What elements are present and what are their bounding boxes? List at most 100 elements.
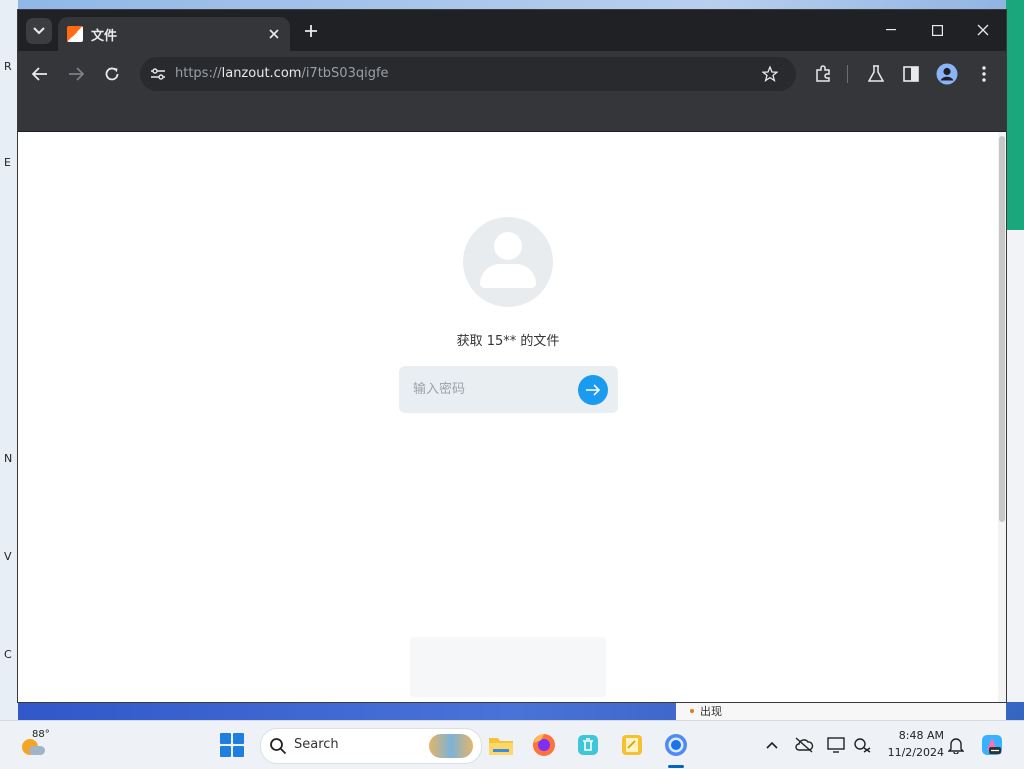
background-widget: 出现 <box>676 702 1006 720</box>
show-hidden-icons-button[interactable] <box>760 733 784 757</box>
star-icon <box>762 66 778 82</box>
toolbar-extension-area <box>18 97 1006 132</box>
password-submit-button[interactable] <box>578 375 608 405</box>
forward-button[interactable] <box>64 62 88 86</box>
desktop-icon-label[interactable]: N <box>4 452 12 465</box>
minimize-button[interactable] <box>876 16 906 44</box>
side-panel-button[interactable] <box>899 62 923 86</box>
close-icon <box>269 29 279 39</box>
site-info-button[interactable] <box>148 64 168 84</box>
browser-menu-button[interactable] <box>972 62 996 86</box>
scrollbar-thumb[interactable] <box>999 136 1005 522</box>
clock-date[interactable]: 11/2/2024 <box>876 746 944 759</box>
url-host: lanzout.com <box>221 66 302 81</box>
url-path: /i7tbS03qigfe <box>301 66 389 81</box>
minimize-icon <box>886 29 896 31</box>
side-panel-icon <box>903 66 919 82</box>
reload-button[interactable] <box>100 62 124 86</box>
avatar-head <box>494 232 522 260</box>
notes-app-icon <box>622 735 642 755</box>
taskbar-app-file-explorer[interactable] <box>486 730 516 760</box>
flask-icon <box>868 65 884 82</box>
display-tray-button[interactable] <box>824 733 848 757</box>
desktop-icon-label[interactable]: R <box>4 60 12 73</box>
password-box <box>399 366 618 413</box>
puzzle-icon <box>816 65 830 82</box>
notifications-button[interactable] <box>944 733 968 757</box>
desktop-left-edge: R E N V C <box>0 0 18 720</box>
toolbar-divider <box>847 65 848 83</box>
folder-icon <box>489 738 513 755</box>
taskbar: 88° Search 8:48 AM 11/2/2024 <box>0 720 1024 769</box>
search-icon <box>270 738 287 755</box>
search-highlight-image <box>429 734 473 758</box>
url-text: https://lanzout.com/i7tbS03qigfe <box>175 66 389 81</box>
taskbar-app-firefox[interactable] <box>529 730 559 760</box>
extensions-button[interactable] <box>811 62 835 86</box>
tune-icon <box>151 68 165 80</box>
window-close-button[interactable] <box>968 16 998 44</box>
tab-search-button[interactable] <box>26 18 52 44</box>
chrome-icon <box>665 734 687 756</box>
arrow-left-icon <box>32 67 47 81</box>
url-scheme: https:// <box>175 66 222 81</box>
browser-window: 文件 https://lanzout.com/i7tbS03qigfe 获取 1… <box>18 10 1006 702</box>
bell-icon <box>948 738 964 754</box>
avatar-body <box>480 264 536 288</box>
arrow-right-icon <box>69 67 84 81</box>
labs-button[interactable] <box>864 62 888 86</box>
bookmark-star-button[interactable] <box>760 64 780 84</box>
chevron-up-icon <box>766 741 778 749</box>
taskbar-app-chrome[interactable] <box>661 730 691 760</box>
plus-icon <box>305 25 317 37</box>
trash-app-icon <box>578 735 598 755</box>
back-button[interactable] <box>28 62 52 86</box>
profile-avatar-icon <box>936 63 958 85</box>
copilot-button[interactable] <box>980 733 1004 757</box>
new-tab-button[interactable] <box>300 20 322 42</box>
faded-placeholder-card <box>410 637 606 697</box>
title-bar: 文件 <box>18 10 1006 51</box>
windows-logo-pane <box>233 733 244 744</box>
clock-time[interactable]: 8:48 AM <box>880 729 944 742</box>
windows-logo-pane <box>233 746 244 757</box>
search-label: Search <box>294 737 339 752</box>
taskbar-app-notes[interactable] <box>617 730 647 760</box>
maximize-button[interactable] <box>922 16 952 44</box>
file-owner-text: 获取 15** 的文件 <box>456 334 560 349</box>
arrow-right-icon <box>586 384 601 396</box>
tab-active[interactable]: 文件 <box>58 17 290 51</box>
onedrive-tray-button[interactable] <box>792 733 816 757</box>
profile-button[interactable] <box>935 62 959 86</box>
cloud-icon <box>29 746 45 755</box>
network-tray-button[interactable] <box>850 733 874 757</box>
taskbar-app-recycle[interactable] <box>573 730 603 760</box>
monitor-icon <box>827 737 845 753</box>
desktop-icon-label[interactable]: C <box>4 648 12 661</box>
copilot-icon <box>982 735 1002 755</box>
start-button[interactable] <box>220 733 244 757</box>
desktop-icon-label[interactable]: V <box>4 550 12 563</box>
reload-icon <box>105 67 119 81</box>
site-favicon-icon <box>67 26 83 42</box>
browser-toolbar: https://lanzout.com/i7tbS03qigfe <box>18 51 1006 97</box>
widget-text: 出现 <box>700 705 722 718</box>
user-avatar <box>463 217 553 307</box>
firefox-icon <box>533 733 555 756</box>
tab-close-button[interactable] <box>264 24 284 44</box>
maximize-icon <box>931 24 943 36</box>
address-bar[interactable]: https://lanzout.com/i7tbS03qigfe <box>140 57 796 91</box>
more-vertical-icon <box>982 66 986 82</box>
weather-temperature: 88° <box>32 729 50 740</box>
bullet-icon <box>690 709 694 713</box>
network-icon <box>854 738 871 753</box>
password-input[interactable] <box>413 378 563 400</box>
cloud-off-icon <box>795 737 814 753</box>
page-scrollbar[interactable] <box>998 132 1006 702</box>
desktop-icon-label[interactable]: E <box>4 156 11 169</box>
background-window-edge <box>1006 230 1024 702</box>
close-icon <box>977 24 989 36</box>
chevron-down-icon <box>33 27 45 35</box>
taskbar-search[interactable]: Search <box>260 728 482 764</box>
tab-title: 文件 <box>91 29 118 44</box>
